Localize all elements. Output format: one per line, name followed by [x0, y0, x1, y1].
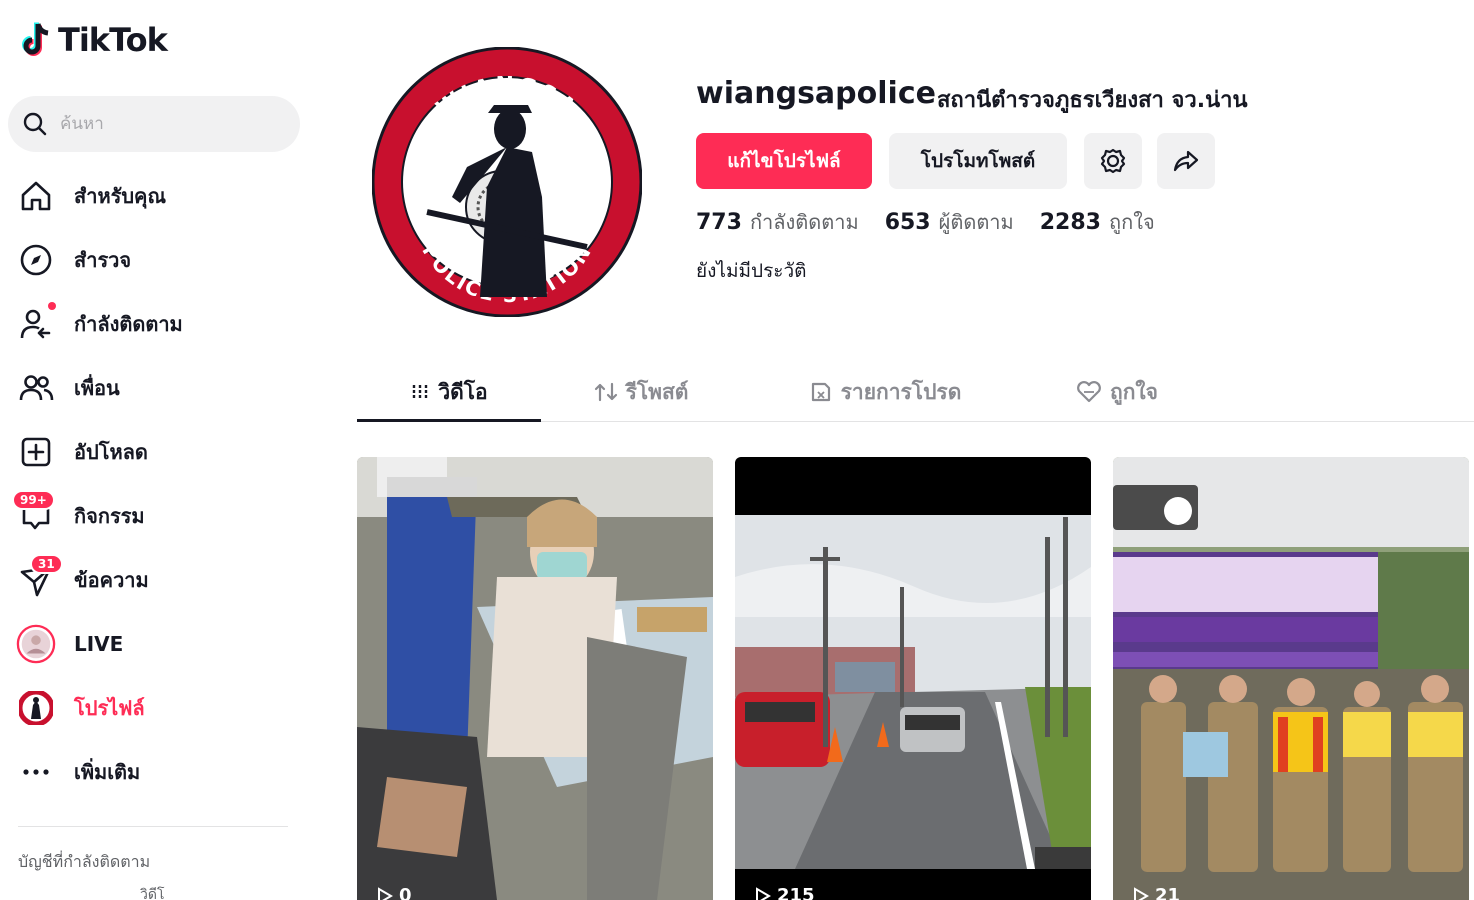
search-box[interactable] [8, 96, 300, 152]
activity-badge: 99+ [12, 490, 55, 510]
likes-label: ถูกใจ [1108, 210, 1155, 234]
view-count: 215 [755, 885, 815, 900]
police-badge-logo: WIANGSA POLICE STATION [371, 46, 643, 318]
likes-count: 2283 [1039, 210, 1101, 235]
compass-icon [16, 240, 56, 280]
active-tab-indicator [357, 419, 541, 422]
gear-icon [1100, 148, 1126, 174]
sidebar-nav: สำหรับคุณ สำรวจ กำลังติดตาม เพื่อน อัปโห… [0, 164, 320, 804]
tab-liked[interactable]: ถูกใจ [1037, 362, 1197, 422]
sidebar-item-friends[interactable]: เพื่อน [0, 356, 320, 420]
profile-stats: 773 กำลังติดตาม 653 ผู้ติดตาม 2283 ถูกใจ [696, 206, 1181, 238]
share-profile-button[interactable] [1157, 133, 1215, 189]
play-icon [1134, 886, 1149, 900]
share-icon [1173, 150, 1199, 172]
sidebar-item-label: เพื่อน [74, 376, 120, 400]
notification-dot [48, 302, 56, 310]
video-thumbnail [1113, 457, 1469, 900]
sidebar-item-label: เพิ่มเติม [74, 760, 141, 784]
video-card[interactable]: 21 [1113, 457, 1469, 900]
sidebar-item-following[interactable]: กำลังติดตาม [0, 292, 320, 356]
sidebar-divider [18, 826, 288, 827]
tab-reposts[interactable]: รีโพสต์ [541, 362, 741, 422]
more-icon [16, 752, 56, 792]
tab-label: รายการโปรด [840, 379, 962, 404]
profile-tabs: วิดีโอ รีโพสต์ รายการโปรด ถูกใจ [357, 362, 1474, 422]
tiktok-note-icon [22, 22, 49, 56]
view-count-text: 0 [399, 885, 412, 900]
tab-favorites[interactable]: รายการโปรด [765, 362, 1005, 422]
messages-icon: 31 [16, 554, 63, 600]
sidebar-item-label: กิจกรรม [74, 504, 145, 528]
video-thumbnail [735, 457, 1091, 900]
tab-videos[interactable]: วิดีโอ [357, 362, 541, 422]
sidebar-item-label: สำรวจ [74, 248, 132, 272]
promote-post-button[interactable]: โปรโมทโพสต์ [889, 133, 1067, 189]
view-count-text: 21 [1155, 885, 1181, 900]
video-thumbnail [357, 457, 713, 900]
video-card[interactable]: 0 [357, 457, 713, 900]
following-count[interactable]: 773 [696, 210, 742, 235]
sidebar-item-more[interactable]: เพิ่มเติม [0, 740, 320, 804]
bookmark-icon [811, 382, 830, 402]
home-icon [16, 176, 56, 216]
tiktok-wordmark: TikTok [58, 21, 168, 59]
tiktok-profile-page: TikTok สำหรับคุณ สำรวจ [0, 0, 1474, 900]
sidebar-item-label: สำหรับคุณ [74, 184, 166, 208]
sidebar-item-for-you[interactable]: สำหรับคุณ [0, 164, 320, 228]
search-icon [23, 112, 47, 136]
profile-avatar[interactable]: WIANGSA POLICE STATION [371, 46, 643, 318]
tiktok-logo[interactable]: TikTok [18, 20, 168, 60]
activity-icon: 99+ [12, 490, 56, 536]
following-accounts-hint: วิดีโ [140, 887, 165, 900]
following-label: กำลังติดตาม [749, 210, 859, 234]
sidebar-item-messages[interactable]: 31 ข้อความ [0, 548, 320, 612]
view-count-text: 215 [777, 885, 815, 900]
search-input[interactable] [60, 114, 280, 134]
sidebar-item-label: กำลังติดตาม [74, 312, 183, 336]
tab-label: ถูกใจ [1110, 379, 1158, 404]
sidebar-item-label: โปรไฟล์ [74, 696, 145, 720]
view-count: 21 [1133, 885, 1180, 900]
video-card[interactable]: 215 [735, 457, 1091, 900]
live-icon [16, 624, 56, 664]
upload-icon [16, 432, 56, 472]
sidebar-item-upload[interactable]: อัปโหลด [0, 420, 320, 484]
edit-profile-button[interactable]: แก้ไขโปรไฟล์ [696, 133, 872, 189]
sidebar-item-activity[interactable]: 99+ กิจกรรม [0, 484, 320, 548]
friends-icon [16, 368, 56, 408]
sidebar-item-profile[interactable]: โปรไฟล์ [0, 676, 320, 740]
sidebar-item-label: LIVE [74, 632, 124, 656]
play-icon [378, 886, 393, 900]
tab-label: วิดีโอ [438, 379, 488, 404]
tab-label: รีโพสต์ [625, 379, 689, 404]
play-icon [756, 886, 771, 900]
grid-icon [413, 385, 428, 399]
sidebar-item-live[interactable]: LIVE [0, 612, 320, 676]
repost-icon [594, 382, 617, 402]
sidebar: TikTok สำหรับคุณ สำรวจ [0, 0, 320, 900]
following-icon [16, 302, 56, 344]
profile-username: wiangsapolice [696, 76, 936, 111]
messages-badge: 31 [30, 554, 63, 574]
heart-icon [1077, 381, 1101, 403]
profile-avatar-icon [16, 688, 56, 728]
view-count: 0 [377, 885, 412, 900]
sidebar-item-label: อัปโหลด [74, 440, 148, 464]
following-accounts-title: บัญชีที่กำลังติดตาม [18, 852, 151, 871]
settings-button[interactable] [1084, 133, 1142, 189]
profile-nickname: สถานีตำรวจภูธรเวียงสา จว.น่าน [937, 88, 1248, 113]
sidebar-item-label: ข้อความ [74, 568, 149, 592]
followers-count[interactable]: 653 [885, 210, 931, 235]
followers-label: ผู้ติดตาม [938, 210, 1014, 234]
sidebar-item-explore[interactable]: สำรวจ [0, 228, 320, 292]
profile-bio: ยังไม่มีประวัติ [696, 260, 807, 282]
